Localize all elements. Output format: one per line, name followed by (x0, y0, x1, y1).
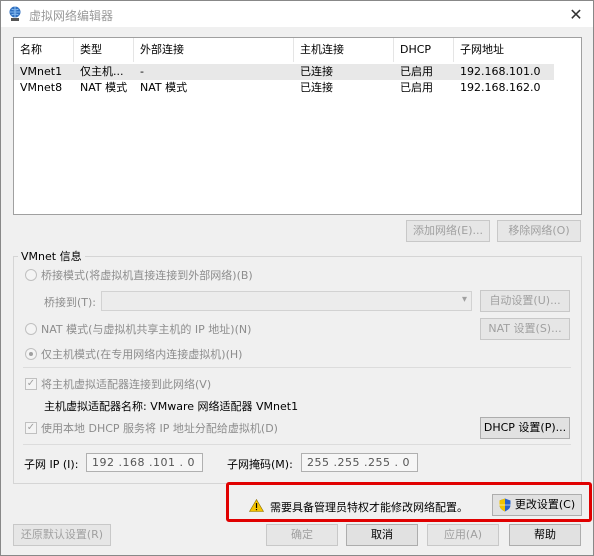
table-row[interactable]: VMnet8 NAT 模式 NAT 模式 已连接 已启用 192.168.162… (14, 80, 554, 96)
row-host: 已连接 (300, 65, 333, 78)
subnet-ip-field[interactable]: 192 .168 .101 . 0 (86, 453, 203, 472)
use-dhcp-checkbox[interactable]: ✓ 使用本地 DHCP 服务将 IP 地址分配给虚拟机(D) (25, 420, 278, 436)
bridge-to-dropdown[interactable]: ▾ (101, 291, 472, 311)
connect-adapter-checkbox[interactable]: ✓ 将主机虚拟适配器连接到此网络(V) (25, 376, 211, 392)
row-dhcp: 已启用 (400, 65, 433, 78)
add-network-button[interactable]: 添加网络(E)... (406, 220, 490, 242)
table-row[interactable]: VMnet1 仅主机... - 已连接 已启用 192.168.101.0 (14, 64, 554, 80)
ok-button[interactable]: 确定 (266, 524, 338, 546)
bridged-mode-radio[interactable]: 桥接模式(将虚拟机直接连接到外部网络)(B) (25, 267, 253, 283)
nat-mode-radio[interactable]: NAT 模式(与虚拟机共享主机的 IP 地址)(N) (25, 321, 251, 337)
network-globe-icon (9, 6, 21, 21)
nat-mode-label: NAT 模式(与虚拟机共享主机的 IP 地址)(N) (41, 323, 252, 336)
column-header-subnet[interactable]: 子网地址 (454, 38, 554, 62)
virtual-network-editor-window: 虚拟网络编辑器 ✕ 名称 类型 外部连接 主机连接 DHCP 子网地址 VMne… (0, 0, 594, 556)
column-header-external[interactable]: 外部连接 (134, 38, 294, 62)
checkbox-indicator: ✓ (25, 422, 37, 434)
use-dhcp-label: 使用本地 DHCP 服务将 IP 地址分配给虚拟机(D) (41, 422, 278, 435)
title-bar: 虚拟网络编辑器 ✕ (1, 1, 593, 27)
subnet-mask-label: 子网掩码(M): (227, 458, 293, 471)
close-button[interactable]: ✕ (565, 4, 587, 24)
close-icon: ✕ (569, 4, 583, 24)
admin-warning-text: 需要具备管理员特权才能修改网络配置。 (270, 501, 468, 514)
subnet-ip-label: 子网 IP (I): (24, 458, 79, 471)
remove-network-button[interactable]: 移除网络(O) (497, 220, 581, 242)
row-external: - (140, 65, 144, 78)
auto-settings-button[interactable]: 自动设置(U)... (480, 290, 570, 312)
radio-indicator (25, 269, 37, 281)
row-host: 已连接 (300, 81, 333, 94)
vmnet-info-title: VMnet 信息 (18, 248, 85, 264)
cancel-button[interactable]: 取消 (346, 524, 418, 546)
radio-indicator (25, 348, 37, 360)
network-list[interactable]: 名称 类型 外部连接 主机连接 DHCP 子网地址 VMnet1 仅主机... … (13, 37, 582, 215)
host-only-mode-label: 仅主机模式(在专用网络内连接虚拟机)(H) (41, 348, 243, 361)
row-subnet: 192.168.162.0 (460, 81, 541, 94)
restore-defaults-button[interactable]: 还原默认设置(R) (13, 524, 111, 546)
change-settings-label: 更改设置(C) (514, 498, 576, 511)
radio-indicator (25, 323, 37, 335)
connect-adapter-label: 将主机虚拟适配器连接到此网络(V) (41, 378, 212, 391)
column-header-type[interactable]: 类型 (74, 38, 134, 62)
subnet-mask-field[interactable]: 255 .255 .255 . 0 (301, 453, 418, 472)
divider (23, 367, 571, 368)
column-header-name[interactable]: 名称 (14, 38, 74, 62)
row-external: NAT 模式 (140, 81, 188, 94)
warning-icon (249, 499, 264, 512)
chevron-down-icon: ▾ (461, 294, 467, 305)
list-header: 名称 类型 外部连接 主机连接 DHCP 子网地址 (14, 38, 554, 62)
row-name: VMnet1 (20, 65, 63, 78)
host-only-mode-radio[interactable]: 仅主机模式(在专用网络内连接虚拟机)(H) (25, 346, 242, 362)
row-name: VMnet8 (20, 81, 63, 94)
row-type: NAT 模式 (80, 81, 128, 94)
nat-settings-button[interactable]: NAT 设置(S)... (480, 318, 570, 340)
bridge-to-label: 桥接到(T): (44, 296, 97, 309)
window-title: 虚拟网络编辑器 (29, 9, 114, 23)
help-button[interactable]: 帮助 (509, 524, 581, 546)
dhcp-settings-button[interactable]: DHCP 设置(P)... (480, 417, 570, 439)
row-dhcp: 已启用 (400, 81, 433, 94)
row-type: 仅主机... (80, 65, 124, 78)
row-subnet: 192.168.101.0 (460, 65, 541, 78)
column-header-host[interactable]: 主机连接 (294, 38, 394, 62)
apply-button[interactable]: 应用(A) (427, 524, 499, 546)
column-header-dhcp[interactable]: DHCP (394, 38, 454, 62)
adapter-name-label: 主机虚拟适配器名称: VMware 网络适配器 VMnet1 (44, 400, 299, 413)
checkbox-indicator: ✓ (25, 378, 37, 390)
bridged-mode-label: 桥接模式(将虚拟机直接连接到外部网络)(B) (41, 269, 253, 282)
divider (23, 444, 571, 445)
uac-shield-icon (499, 498, 511, 512)
